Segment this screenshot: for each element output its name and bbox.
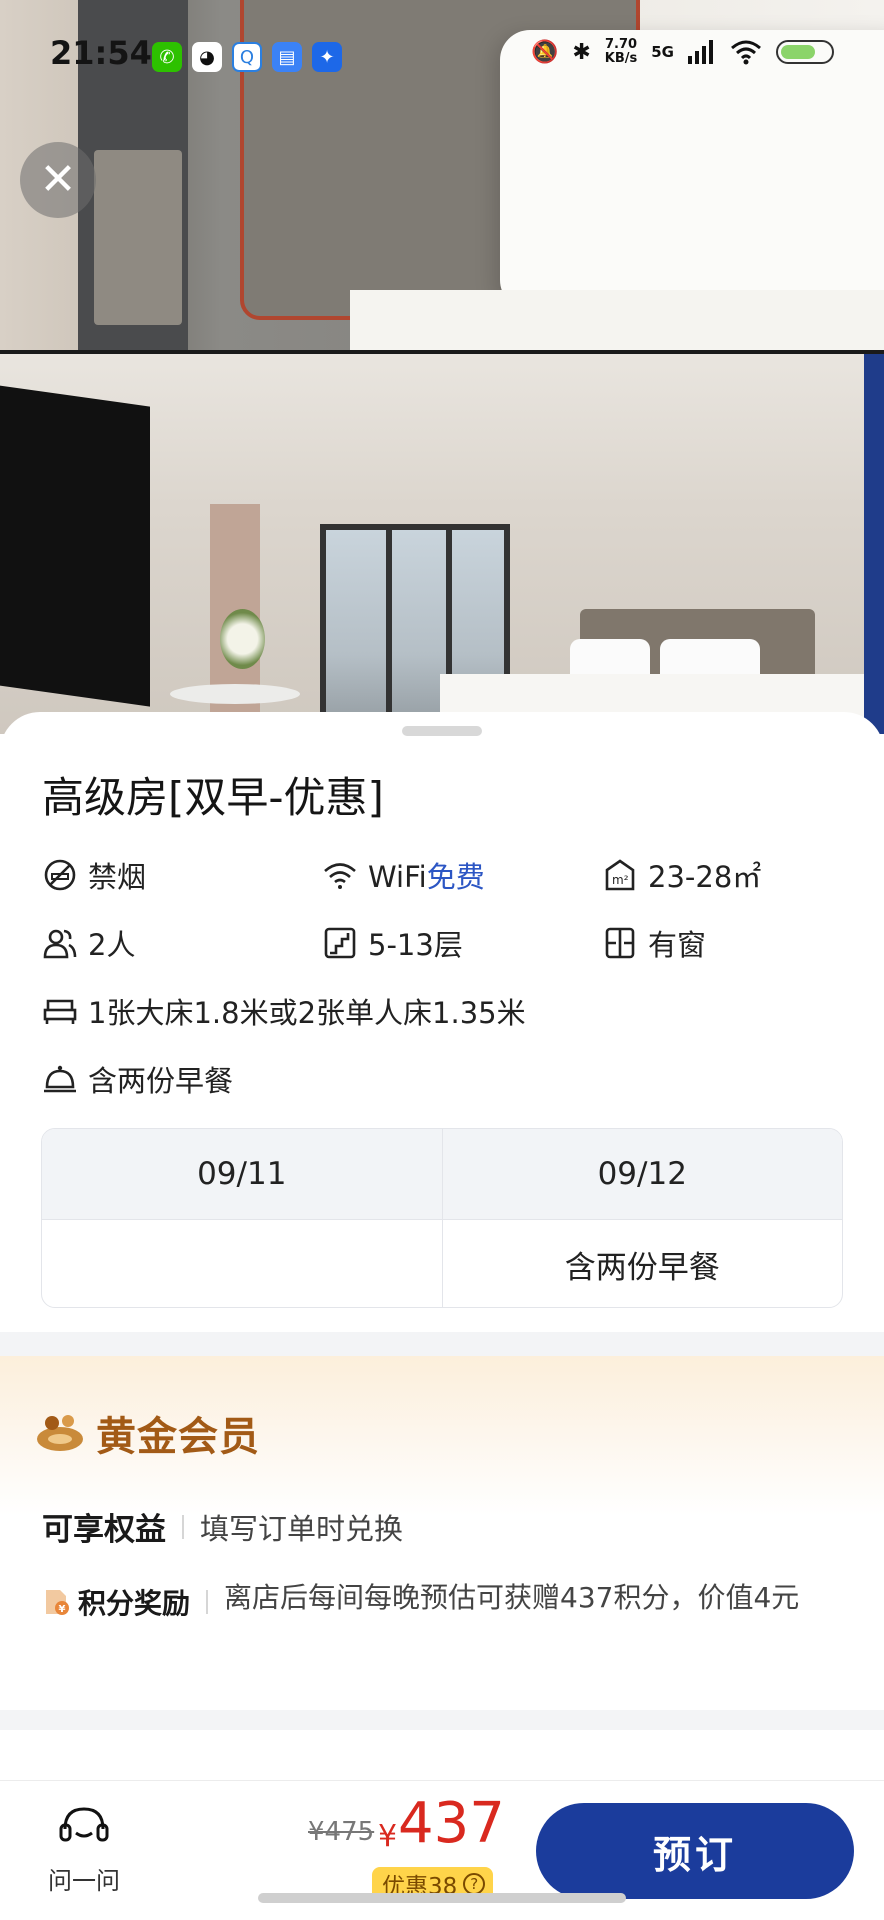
headset-icon — [59, 1807, 109, 1842]
amenity-window-label: 有窗 — [648, 928, 707, 962]
points-label: ¥ 积分奖励 — [42, 1582, 190, 1622]
date-header-cell: 09/11 — [197, 1156, 287, 1192]
points-label-text: 积分奖励 — [78, 1587, 191, 1620]
signal-label: 5G — [651, 43, 674, 61]
room-detail-sheet: 高级房[双早-优惠] 禁烟 WiFi免费 m² 23-28㎡ 2人 5-13层 — [0, 712, 884, 1920]
wifi-icon — [322, 857, 358, 893]
separator — [206, 1590, 209, 1614]
window-icon — [602, 925, 638, 961]
amenity-window: 有窗 — [602, 922, 706, 964]
close-button[interactable]: ✕ — [20, 142, 96, 218]
amenity-bed-label: 1张大床1.8米或2张单人床1.35米 — [88, 996, 526, 1030]
close-icon: ✕ — [39, 154, 77, 205]
date-breakfast-table: 09/11 09/12 含两份早餐 — [41, 1128, 843, 1308]
status-bar: 21:54 ✆ ◕ Q ▤ ✦ 🔕 ✱ 7.70 KB/s 5G — [0, 30, 884, 84]
wifi-label: WiFi — [368, 860, 427, 894]
wifi-status-icon — [731, 40, 761, 65]
amenity-occupancy-label: 2人 — [88, 928, 136, 962]
separator — [182, 1514, 184, 1539]
room-title: 高级房[双早-优惠] — [42, 773, 384, 822]
currency-symbol: ¥ — [378, 1819, 398, 1854]
bed-sheet — [350, 290, 884, 353]
date-value-cell: 含两份早餐 — [441, 1220, 843, 1307]
status-time: 21:54 — [50, 34, 152, 72]
original-price: ¥475 — [308, 1817, 375, 1847]
points-reward-row: ¥ 积分奖励 离店后每间每晚预估可获赠437积分，价值4元 — [42, 1581, 842, 1622]
date-value-cell — [42, 1220, 442, 1307]
svg-text:m²: m² — [612, 873, 629, 887]
tv — [0, 381, 150, 707]
qq-icon: ◕ — [192, 42, 222, 72]
qq-browser-icon: Q — [232, 42, 262, 72]
benefits-title: 可享权益 — [42, 1512, 166, 1548]
section-divider — [0, 1332, 884, 1356]
wechat-icon: ✆ — [152, 42, 182, 72]
speed-unit: KB/s — [604, 51, 638, 66]
amenity-smoking: 禁烟 — [42, 854, 146, 896]
file-icon: ▤ — [272, 42, 302, 72]
question-icon: ? — [463, 1873, 486, 1895]
book-button[interactable]: 预订 — [536, 1803, 854, 1899]
amenity-breakfast: 含两份早餐 — [42, 1058, 233, 1100]
ask-button[interactable]: 问一问 — [44, 1803, 124, 1896]
bluetooth-icon: ✱ — [572, 39, 591, 65]
points-icon: ¥ — [46, 1590, 69, 1615]
battery-icon — [776, 40, 834, 64]
blue-wall — [864, 354, 884, 734]
ask-label: 问一问 — [48, 1867, 120, 1895]
amenity-floor: 5-13层 — [322, 922, 463, 964]
amenity-bed: 1张大床1.8米或2张单人床1.35米 — [42, 990, 526, 1032]
date-header-cell: 09/12 — [441, 1129, 843, 1219]
flowers — [220, 609, 265, 669]
svg-text:¥: ¥ — [59, 1604, 66, 1615]
date-header-row: 09/11 09/12 — [42, 1129, 842, 1219]
amenity-floor-label: 5-13层 — [368, 928, 463, 962]
membership-section: 黄金会员 可享权益 填写订单时兑换 ¥ 积分奖励 离店后每间每晚预估可获赠437… — [0, 1356, 884, 1710]
status-right: 🔕 ✱ 7.70 KB/s 5G — [531, 38, 834, 66]
side-table — [170, 684, 300, 704]
app-icon: ✦ — [312, 42, 342, 72]
service-bell-icon — [42, 1061, 78, 1097]
no-smoking-icon — [42, 857, 78, 893]
stairs-icon — [322, 925, 358, 961]
date-value-row: 含两份早餐 — [42, 1219, 843, 1307]
gold-member-icon — [37, 1415, 83, 1451]
home-indicator[interactable] — [258, 1893, 626, 1903]
benefits-row: 可享权益 填写订单时兑换 — [42, 1504, 403, 1549]
cell-signal-icon — [688, 40, 713, 64]
amenity-area: m² 23-28㎡ — [602, 854, 761, 896]
amenity-breakfast-label: 含两份早餐 — [88, 1064, 234, 1098]
speed-value: 7.70 — [604, 37, 638, 52]
current-price: 437 — [398, 1791, 505, 1856]
wifi-free-label: 免费 — [426, 860, 485, 894]
room-photo[interactable] — [0, 354, 884, 734]
gold-member-title: 黄金会员 — [96, 1414, 260, 1460]
gold-member-badge: 黄金会员 — [34, 1404, 260, 1462]
section-divider — [0, 1710, 884, 1730]
bed-icon — [42, 993, 78, 1029]
status-app-icons: ✆ ◕ Q ▤ ✦ — [152, 42, 342, 72]
mute-icon: 🔕 — [530, 39, 559, 65]
benefits-note: 填写订单时兑换 — [200, 1511, 404, 1546]
amenity-wifi: WiFi免费 — [322, 854, 485, 896]
area-icon: m² — [602, 857, 638, 893]
switch-panel — [94, 150, 182, 325]
points-text: 离店后每间每晚预估可获赠437积分，价值4元 — [224, 1581, 800, 1614]
people-icon — [42, 925, 78, 961]
sheet-handle[interactable] — [402, 726, 482, 736]
amenity-smoking-label: 禁烟 — [88, 860, 147, 894]
amenity-occupancy: 2人 — [42, 922, 135, 964]
network-speed: 7.70 KB/s — [605, 38, 637, 66]
amenity-area-label: 23-28㎡ — [648, 860, 762, 894]
